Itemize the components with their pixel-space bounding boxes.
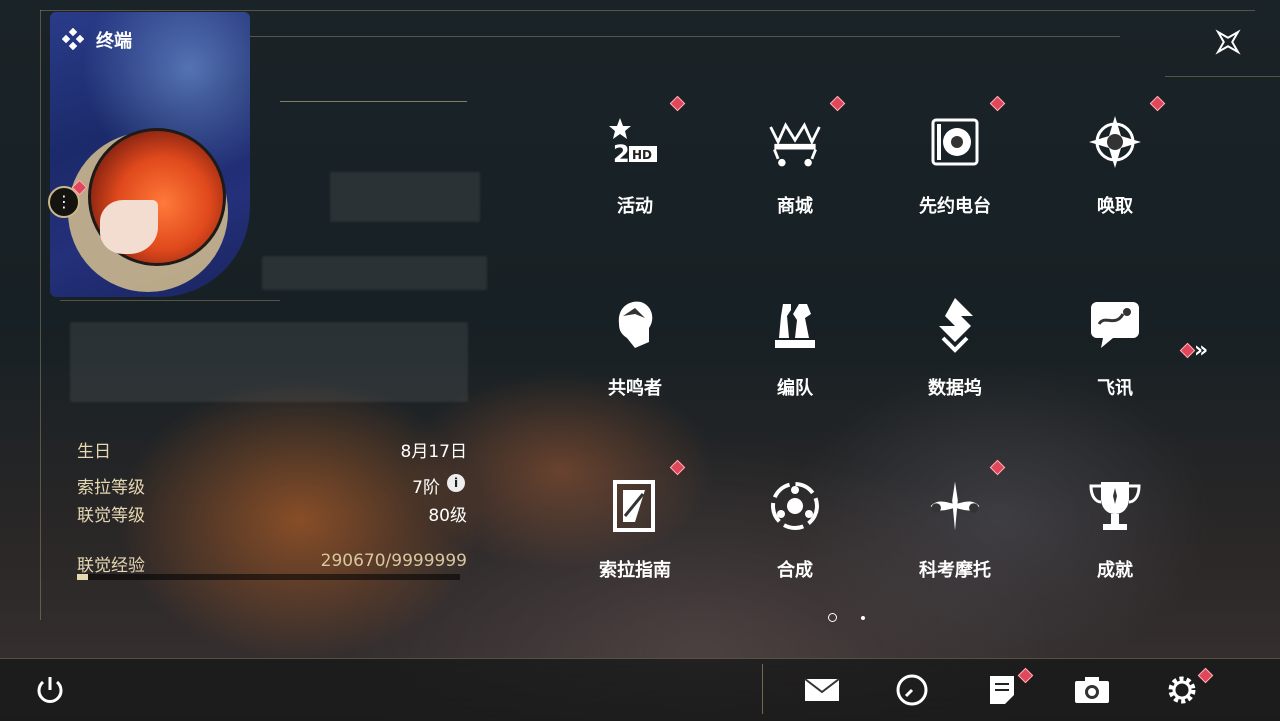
menu-item-label: 商城: [777, 196, 813, 217]
trophy-icon: [1085, 476, 1145, 536]
union-xp-bar-fill: [77, 574, 89, 580]
menu-item-label: 科考摩托: [919, 560, 991, 581]
notes-button[interactable]: [982, 670, 1022, 710]
union-level-value: 80级: [428, 506, 467, 526]
bottom-divider: [762, 664, 763, 714]
menu-item-label: 数据坞: [928, 378, 982, 399]
birthday-label: 生日: [77, 442, 111, 462]
power-icon: [37, 677, 63, 703]
menu-item-12[interactable]: 成就: [1035, 456, 1195, 596]
page-indicator-1[interactable]: [828, 613, 837, 622]
profile-divider-top: [280, 101, 467, 102]
convene-compass-icon: [1085, 112, 1145, 172]
page-title: 终端: [96, 31, 132, 52]
power-button[interactable]: [30, 670, 70, 710]
svg-text:2: 2: [613, 140, 630, 168]
camera-button[interactable]: [1072, 670, 1112, 710]
menu-item-label: 活动: [617, 196, 653, 217]
event-2hd-icon: 2 HD: [605, 112, 665, 172]
mail-icon: [804, 678, 840, 701]
menu-item-8[interactable]: 飞讯: [1035, 274, 1195, 414]
union-xp-value: 290670/9999999: [320, 551, 467, 571]
next-page-arrow-icon[interactable]: »: [1194, 338, 1208, 363]
info-icon[interactable]: i: [447, 474, 465, 492]
frame-inner-top-line: [250, 36, 1120, 37]
player-name-blurred: [330, 172, 480, 222]
camera-icon: [1075, 677, 1109, 703]
menu-item-2[interactable]: 商城: [715, 92, 875, 232]
settings-button[interactable]: [1162, 670, 1202, 710]
vertical-dots-icon: ⋮: [56, 192, 72, 211]
menu-item-7[interactable]: 数据坞: [875, 274, 1035, 414]
radio-icon: [925, 112, 985, 172]
message-chat-icon: [1085, 294, 1145, 354]
close-icon: [1215, 29, 1241, 55]
close-button[interactable]: [1208, 22, 1248, 62]
menu-item-label: 合成: [777, 560, 813, 581]
frame-right-curve-line: [1165, 76, 1280, 77]
mail-button[interactable]: [802, 670, 842, 710]
menu-item-badge: [669, 459, 686, 476]
resonator-head-icon: [605, 294, 665, 354]
menu-item-10[interactable]: 合成: [715, 456, 875, 596]
frame-top-line: [40, 10, 1255, 11]
menu-item-5[interactable]: 共鸣者: [555, 274, 715, 414]
union-level-label: 联觉等级: [77, 506, 145, 526]
menu-item-1[interactable]: 2 HD 活动: [555, 92, 715, 232]
menu-item-3[interactable]: 先约电台: [875, 92, 1035, 232]
data-dock-icon: [925, 294, 985, 354]
motorbike-icon: [925, 476, 985, 536]
menu-item-badge: [669, 95, 686, 112]
settings-gear-icon: [1168, 676, 1196, 704]
union-xp-label: 联觉经验: [77, 556, 145, 576]
menu-item-9[interactable]: 索拉指南: [555, 456, 715, 596]
svg-text:HD: HD: [632, 148, 652, 162]
sola-level-value: 7阶: [412, 478, 440, 498]
shop-crown-cart-icon: [765, 112, 825, 172]
menu-item-label: 飞讯: [1097, 378, 1133, 399]
menu-item-label: 唤取: [1097, 196, 1133, 217]
terminal-diamond-icon: [61, 27, 85, 51]
page-indicator-2[interactable]: [861, 616, 865, 620]
profile-divider-bottom: [60, 300, 280, 301]
frame-left-line: [40, 10, 41, 620]
menu-item-6[interactable]: 编队: [715, 274, 875, 414]
birthday-value: 8月17日: [400, 442, 467, 462]
menu-item-badge: [1149, 95, 1166, 112]
menu-item-badge: [989, 95, 1006, 112]
menu-item-label: 先约电台: [919, 196, 991, 217]
menu-item-badge: [829, 95, 846, 112]
menu-item-4[interactable]: 唤取: [1035, 92, 1195, 232]
menu-item-11[interactable]: 科考摩托: [875, 456, 1035, 596]
menu-item-badge: [989, 459, 1006, 476]
notes-icon: [990, 676, 1014, 704]
avatar-face: [100, 200, 158, 254]
menu-item-label: 编队: [777, 378, 813, 399]
signature-blurred[interactable]: [70, 322, 468, 402]
synthesis-icon: [765, 476, 825, 536]
menu-item-label: 共鸣者: [608, 378, 662, 399]
union-xp-bar: [77, 574, 460, 580]
menu-item-label: 索拉指南: [599, 560, 671, 581]
clock-icon: [896, 674, 928, 706]
clock-button[interactable]: [892, 670, 932, 710]
team-chess-icon: [765, 294, 825, 354]
sola-level-label: 索拉等级: [77, 478, 145, 498]
guidebook-icon: [605, 476, 665, 536]
player-id-blurred: [262, 256, 487, 290]
menu-item-label: 成就: [1097, 560, 1133, 581]
